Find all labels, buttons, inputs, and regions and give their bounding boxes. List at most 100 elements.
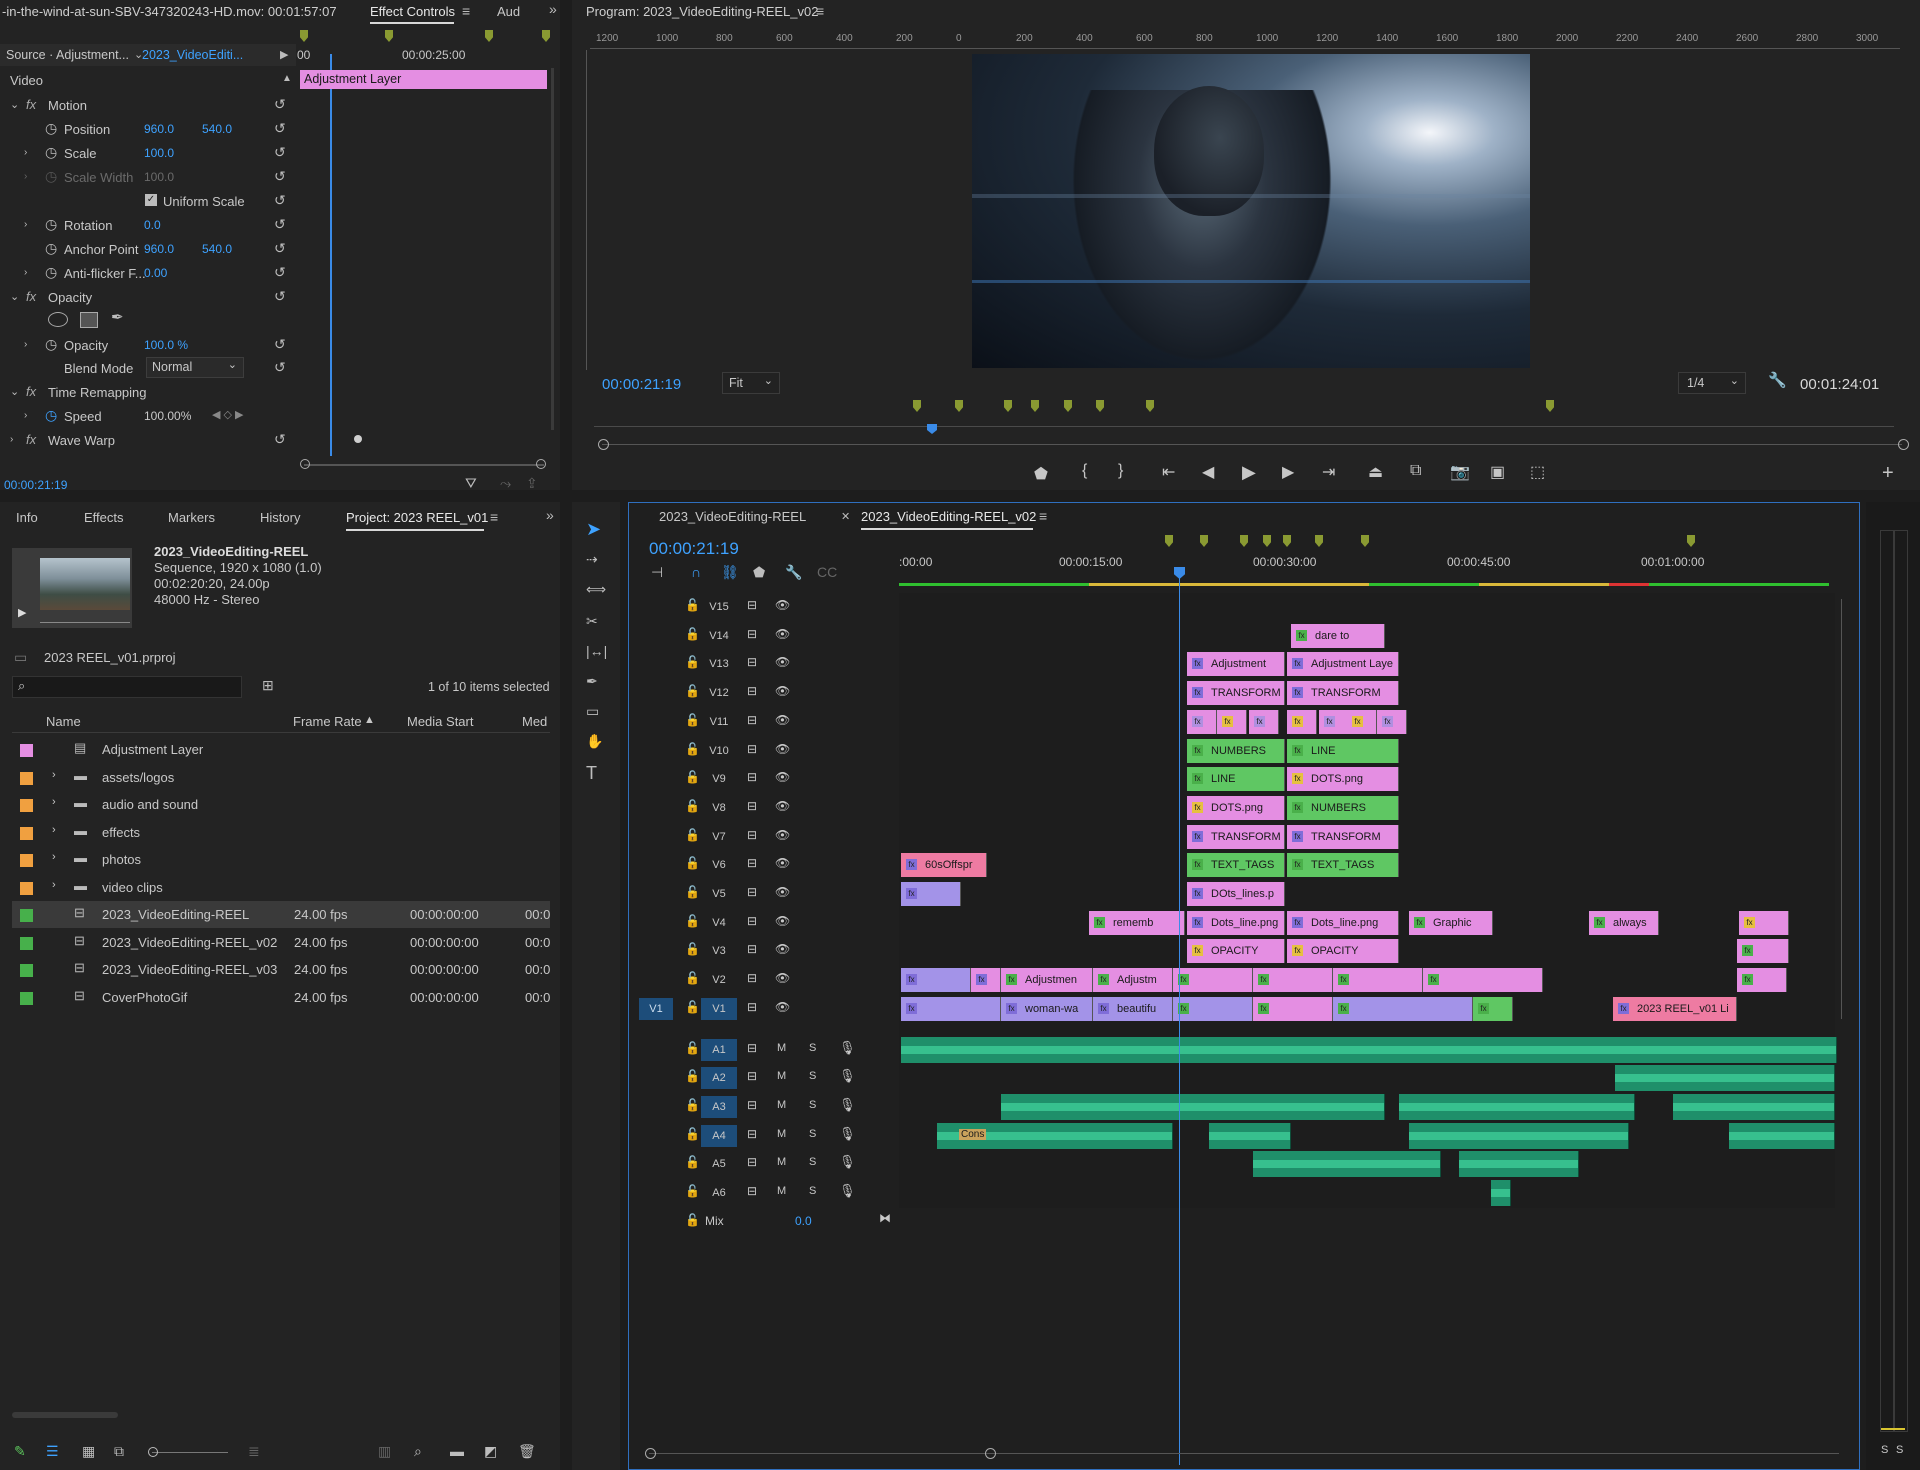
label-color-swatch[interactable]	[20, 881, 33, 895]
project-item-row[interactable]: › ▬ effects	[12, 819, 550, 846]
filter-icon[interactable]: ⛛	[465, 476, 477, 490]
audio-clip[interactable]	[1491, 1180, 1511, 1206]
timeline-clip[interactable]: fx	[1287, 709, 1317, 734]
vertical-scrollbar[interactable]	[1841, 599, 1842, 1019]
eye-icon[interactable]: 👁	[775, 828, 790, 842]
track-label[interactable]: A1	[701, 1038, 737, 1061]
tab-audio[interactable]: Aud	[497, 4, 520, 19]
expand-chevron-icon[interactable]: ›	[10, 433, 13, 447]
motion-effect[interactable]: Motion	[48, 98, 87, 113]
sync-lock-icon[interactable]: ⊟	[747, 1155, 757, 1169]
reset-icon[interactable]: ↺	[274, 193, 286, 207]
video-track-header[interactable]: 🔓 V3 ⊟ 👁	[629, 937, 899, 966]
snap-magnet-icon[interactable]: ∩	[691, 565, 701, 579]
track-label[interactable]: V2	[701, 969, 737, 991]
razor-tool-icon[interactable]: ✂	[586, 614, 598, 628]
resolution-select[interactable]: 1/4 ⌄	[1678, 372, 1746, 394]
lock-icon[interactable]: 🔓	[685, 1000, 700, 1014]
lock-icon[interactable]: 🔓	[685, 799, 700, 813]
timeline-clip[interactable]: fx TRANSFORM	[1287, 824, 1399, 849]
expand-chevron-icon[interactable]: ›	[52, 824, 56, 836]
marker[interactable]	[1146, 400, 1154, 412]
timeline-clip[interactable]: fx TEXT_TAGS	[1187, 853, 1285, 878]
lock-icon[interactable]: 🔓	[685, 828, 700, 842]
mark-in-button[interactable]: {	[1082, 462, 1087, 480]
play-clip-icon[interactable]: ▶	[280, 48, 288, 62]
stopwatch-icon[interactable]: ◷	[45, 145, 57, 159]
sync-lock-icon[interactable]: ⊟	[747, 885, 757, 899]
timeline-clip[interactable]: fx	[1737, 939, 1789, 964]
track-label[interactable]: V9	[701, 768, 737, 790]
playhead[interactable]	[330, 54, 332, 456]
sync-lock-icon[interactable]: ⊟	[747, 684, 757, 698]
timeline-clip[interactable]: fx	[901, 968, 971, 993]
timeline-clip[interactable]: fx Adjustment Laye	[1287, 652, 1399, 677]
eye-icon[interactable]: 👁	[775, 914, 790, 928]
video-track-header[interactable]: 🔓 V14 ⊟ 👁	[629, 622, 899, 651]
eye-icon[interactable]: 👁	[775, 971, 790, 985]
rectangle-tool-icon[interactable]: ▭	[586, 704, 599, 718]
project-item-row[interactable]: › ▬ assets/logos	[12, 764, 550, 791]
video-track-header[interactable]: 🔓 V15 ⊟ 👁	[629, 593, 899, 622]
expand-chevron-icon[interactable]: ⌄	[10, 385, 19, 399]
label-color-swatch[interactable]	[20, 909, 33, 922]
track-label[interactable]: V13	[701, 653, 737, 675]
column-frame-rate[interactable]: Frame Rate	[293, 714, 362, 729]
marker[interactable]	[913, 400, 921, 412]
track-label[interactable]: V1	[701, 997, 737, 1020]
wrench-icon[interactable]: 🔧	[785, 565, 802, 579]
audio-clip[interactable]	[1399, 1093, 1635, 1120]
ripple-edit-tool-icon[interactable]: ⟺	[586, 582, 606, 596]
track-label[interactable]: V8	[701, 797, 737, 819]
timeline-clip[interactable]: fx woman-wa	[1001, 996, 1093, 1021]
reset-icon[interactable]: ↺	[274, 360, 286, 374]
lock-icon[interactable]: 🔓	[685, 627, 700, 641]
timeline-clip[interactable]: fx DOTS.png	[1287, 767, 1399, 792]
lock-icon[interactable]: 🔓	[685, 655, 700, 669]
microphone-icon[interactable]: 🎙	[839, 1183, 856, 1199]
video-track-header[interactable]: 🔓 V9 ⊟ 👁	[629, 765, 899, 794]
column-media-start[interactable]: Media Start	[407, 714, 473, 729]
sync-lock-icon[interactable]: ⊟	[747, 1000, 757, 1014]
sync-lock-icon[interactable]: ⊟	[747, 713, 757, 727]
lock-icon[interactable]: 🔓	[685, 598, 700, 612]
solo-button[interactable]: S	[809, 1070, 816, 1082]
tab-history[interactable]: History	[260, 510, 300, 525]
export-frame-camera-icon[interactable]: 📷	[1450, 462, 1470, 482]
timeline-clip[interactable]: fx	[1253, 996, 1333, 1021]
source-dropdown[interactable]: Source · Adjustment...	[6, 48, 129, 62]
timeline-clip[interactable]: fx TEXT_TAGS	[1287, 853, 1399, 878]
video-track-header[interactable]: 🔓 V2 ⊟ 👁	[629, 966, 899, 995]
selection-tool-icon[interactable]: ➤	[586, 520, 601, 538]
timeline-clip[interactable]: fx	[1173, 996, 1253, 1021]
timeline-clip[interactable]: fx beautifu	[1093, 996, 1173, 1021]
eye-icon[interactable]: 👁	[775, 856, 790, 870]
lock-icon[interactable]: 🔓	[685, 1184, 700, 1198]
audio-clip[interactable]	[1409, 1122, 1629, 1149]
menu-icon[interactable]: ≡	[1039, 509, 1047, 523]
write-pencil-icon[interactable]: ✎	[14, 1444, 26, 1458]
ellipse-mask-icon[interactable]	[48, 312, 68, 327]
collapse-icon[interactable]: ▲	[282, 72, 292, 86]
lock-icon[interactable]: 🔓	[685, 1213, 700, 1227]
reset-icon[interactable]: ↺	[274, 217, 286, 231]
mute-button[interactable]: M	[777, 1185, 786, 1197]
video-track-header[interactable]: V1 🔓 V1 ⊟ 👁	[629, 995, 899, 1024]
sync-lock-icon[interactable]: ⊟	[747, 598, 757, 612]
eye-icon[interactable]: 👁	[775, 885, 790, 899]
project-item-row[interactable]: ⊟ CoverPhotoGif 24.00 fps 00:00:00:00 00:0	[12, 984, 550, 1011]
solo-button[interactable]: S	[809, 1099, 816, 1111]
pen-mask-icon[interactable]: ✒	[111, 310, 124, 325]
video-track-header[interactable]: 🔓 V7 ⊟ 👁	[629, 823, 899, 852]
mix-end-icon[interactable]: ⧓	[879, 1211, 891, 1225]
reset-icon[interactable]: ↺	[274, 145, 286, 159]
tab-info[interactable]: Info	[16, 510, 38, 525]
menu-icon[interactable]: ≡	[490, 510, 498, 524]
solo-left-icon[interactable]: S	[1881, 1444, 1888, 1456]
expand-chevron-icon[interactable]: ›	[52, 796, 56, 808]
audio-clip[interactable]	[1001, 1093, 1385, 1120]
speed-value[interactable]: 100.00%	[144, 409, 191, 423]
video-track-header[interactable]: 🔓 V8 ⊟ 👁	[629, 794, 899, 823]
go-to-out-button[interactable]: ⇥	[1322, 462, 1335, 482]
sequence-dropdown[interactable]: 2023_VideoEditi...	[142, 48, 243, 62]
